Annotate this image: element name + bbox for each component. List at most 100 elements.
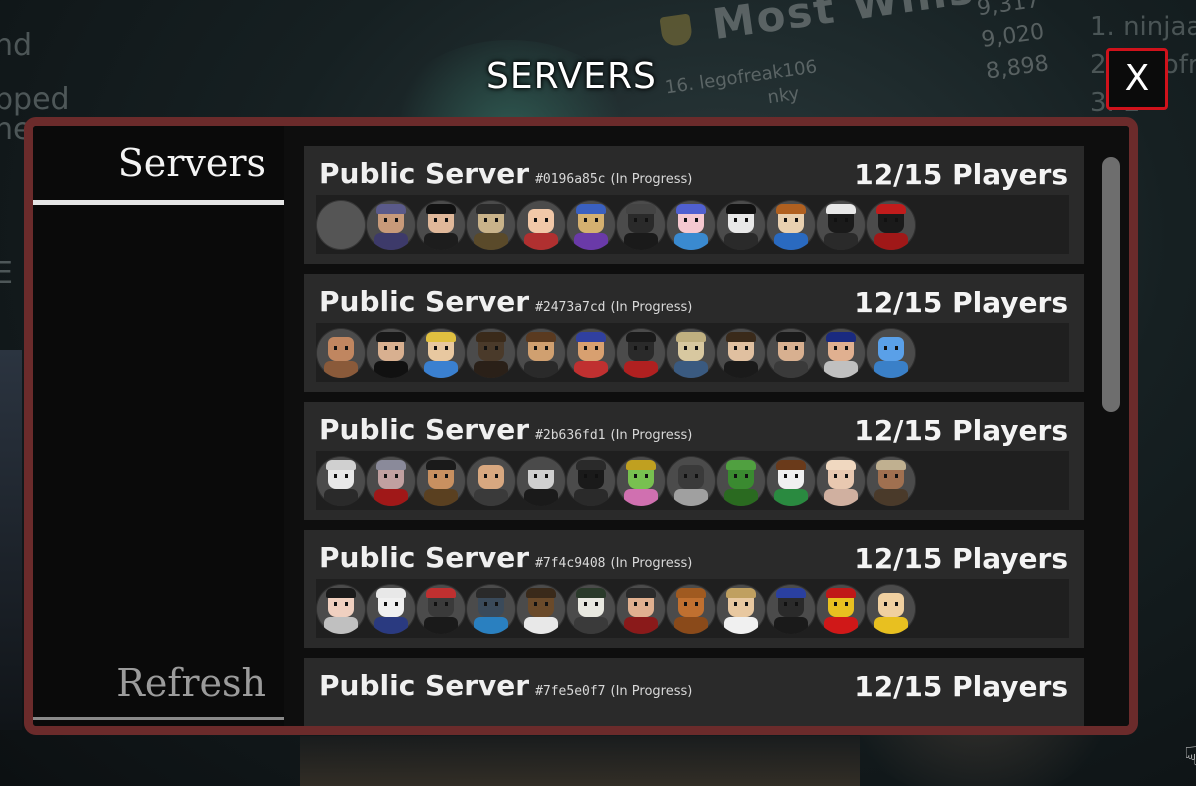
avatar-eyes (784, 218, 798, 222)
player-avatar[interactable] (416, 328, 466, 378)
player-avatar[interactable] (666, 328, 716, 378)
scrollbar-thumb[interactable] (1102, 157, 1120, 412)
avatar-eyes (834, 218, 848, 222)
player-count: 12/15 Players (854, 542, 1068, 575)
server-id: #2b636fd1 (535, 428, 606, 443)
avatar-body (474, 233, 508, 250)
player-avatar[interactable] (316, 456, 366, 506)
player-avatar[interactable] (716, 584, 766, 634)
player-avatar[interactable] (466, 200, 516, 250)
avatar-eyes (884, 602, 898, 606)
avatar-body (824, 617, 858, 634)
player-avatar[interactable] (316, 200, 366, 250)
player-avatar[interactable] (616, 328, 666, 378)
avatar-hat (726, 588, 756, 598)
player-avatar[interactable] (866, 200, 916, 250)
player-avatar[interactable] (566, 456, 616, 506)
player-count: 12/15 Players (854, 414, 1068, 447)
avatar-hat (526, 588, 556, 598)
player-avatar[interactable] (866, 328, 916, 378)
player-avatar[interactable] (666, 584, 716, 634)
avatar-body (774, 361, 808, 378)
player-avatar[interactable] (466, 328, 516, 378)
player-avatar[interactable] (866, 584, 916, 634)
player-avatar[interactable] (766, 328, 816, 378)
avatar-body (424, 489, 458, 506)
avatar-body (824, 361, 858, 378)
player-count: 12/15 Players (854, 670, 1068, 703)
player-avatar[interactable] (566, 584, 616, 634)
player-avatar[interactable] (816, 200, 866, 250)
refresh-button[interactable]: Refresh (33, 650, 284, 720)
player-avatar[interactable] (566, 200, 616, 250)
player-avatar[interactable] (666, 200, 716, 250)
avatar-hat (526, 460, 556, 470)
avatar-eyes (734, 218, 748, 222)
server-card[interactable]: Public Server #7f4c9408 (In Progress) 12/15… (304, 530, 1084, 648)
server-status: (In Progress) (610, 300, 693, 315)
avatar-body (374, 489, 408, 506)
avatar-body (624, 233, 658, 250)
server-meta: #2b636fd1 (In Progress) (535, 428, 692, 443)
player-avatar[interactable] (766, 456, 816, 506)
avatar-body (874, 233, 908, 250)
avatar-body (624, 489, 658, 506)
avatar-body (424, 617, 458, 634)
player-avatar[interactable] (866, 456, 916, 506)
avatar-hat (576, 588, 606, 598)
server-card[interactable]: Public Server #2b636fd1 (In Progress) 12/15… (304, 402, 1084, 520)
player-avatar[interactable] (666, 456, 716, 506)
player-avatar[interactable] (416, 456, 466, 506)
player-avatar[interactable] (366, 328, 416, 378)
avatar-eyes (834, 474, 848, 478)
player-avatar[interactable] (766, 584, 816, 634)
server-name-label: Public Server (319, 285, 530, 318)
player-avatar[interactable] (366, 584, 416, 634)
avatar-eyes (734, 474, 748, 478)
player-avatar[interactable] (716, 456, 766, 506)
player-avatar[interactable] (316, 328, 366, 378)
tab-servers[interactable]: Servers (33, 126, 284, 205)
player-avatar[interactable] (566, 328, 616, 378)
player-avatar[interactable] (516, 200, 566, 250)
avatar-eyes (534, 602, 548, 606)
server-name-label: Public Server (319, 669, 530, 702)
player-avatar[interactable] (766, 200, 816, 250)
player-avatar[interactable] (816, 456, 866, 506)
close-button[interactable]: X (1106, 48, 1168, 110)
avatar-body (824, 489, 858, 506)
avatar-body (624, 361, 658, 378)
avatar-hat (326, 588, 356, 598)
server-status: (In Progress) (610, 556, 693, 571)
avatar-hat (626, 332, 656, 342)
player-avatar[interactable] (366, 456, 416, 506)
player-avatar[interactable] (816, 584, 866, 634)
avatar-body (824, 233, 858, 250)
player-avatar[interactable] (616, 456, 666, 506)
player-avatar[interactable] (516, 328, 566, 378)
player-avatar[interactable] (466, 456, 516, 506)
server-card[interactable]: Public Server #7fe5e0f7 (In Progress) 12/15… (304, 658, 1084, 726)
server-card[interactable]: Public Server #2473a7cd (In Progress) 12/15… (304, 274, 1084, 392)
player-avatar[interactable] (616, 200, 666, 250)
player-avatar[interactable] (716, 200, 766, 250)
player-avatar[interactable] (816, 328, 866, 378)
server-card[interactable]: Public Server #0196a85c (In Progress) 12/15… (304, 146, 1084, 264)
player-avatar[interactable] (316, 584, 366, 634)
player-avatar[interactable] (516, 584, 566, 634)
player-avatar[interactable] (516, 456, 566, 506)
player-avatar[interactable] (366, 200, 416, 250)
avatar-eyes (884, 218, 898, 222)
player-avatar[interactable] (416, 200, 466, 250)
avatar-hat (826, 460, 856, 470)
player-avatar[interactable] (716, 328, 766, 378)
server-status: (In Progress) (610, 684, 693, 699)
player-avatar[interactable] (616, 584, 666, 634)
server-name: Public Server #2b636fd1 (In Progress) (319, 413, 692, 446)
avatar-hat (476, 588, 506, 598)
player-avatar[interactable] (466, 584, 516, 634)
avatar-hat (376, 588, 406, 598)
server-name-label: Public Server (319, 541, 530, 574)
player-avatar[interactable] (416, 584, 466, 634)
server-meta: #7f4c9408 (In Progress) (535, 556, 692, 571)
